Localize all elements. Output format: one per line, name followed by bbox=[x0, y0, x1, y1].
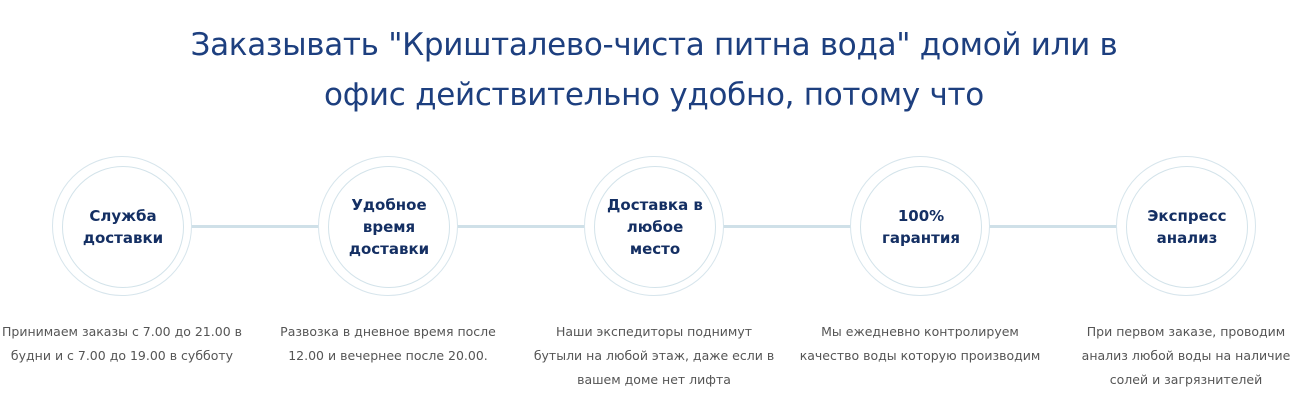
feature-description: Мы ежедневно контролируем качество воды … bbox=[799, 324, 1041, 363]
feature-description: Развозка в дневное время после 12.00 и в… bbox=[280, 324, 496, 363]
feature-delivery-service: Служба доставки Принимаем заказы с 7.00 … bbox=[0, 156, 252, 368]
feature-circle: Доставка в любое место bbox=[584, 156, 724, 296]
feature-inner-circle: 100% гарантия bbox=[860, 166, 982, 288]
feature-circle: Удобное время доставки bbox=[318, 156, 458, 296]
feature-inner-circle: Доставка в любое место bbox=[594, 166, 716, 288]
title-line-1: Заказывать "Кришталево-чиста питна вода"… bbox=[190, 27, 1118, 63]
feature-circle: 100% гарантия bbox=[850, 156, 990, 296]
feature-description: Наши экспедиторы поднимут бутыли на любо… bbox=[533, 324, 775, 387]
feature-delivery-anywhere: Доставка в любое место Наши экспедиторы … bbox=[524, 156, 784, 392]
page-title: Заказывать "Кришталево-чиста питна вода"… bbox=[0, 20, 1308, 120]
feature-title: Удобное время доставки bbox=[348, 196, 430, 258]
feature-description: При первом заказе, проводим анализ любой… bbox=[1081, 324, 1291, 387]
feature-circle: Экспресс анализ bbox=[1116, 156, 1256, 296]
feature-inner-circle: Экспресс анализ bbox=[1126, 166, 1248, 288]
feature-inner-circle: Удобное время доставки bbox=[328, 166, 450, 288]
feature-title: Служба доставки bbox=[82, 207, 164, 247]
feature-delivery-time: Удобное время доставки Развозка в дневно… bbox=[258, 156, 518, 368]
feature-guarantee: 100% гарантия Мы ежедневно контролируем … bbox=[790, 156, 1050, 368]
feature-title: Экспресс анализ bbox=[1147, 207, 1227, 247]
feature-title: 100% гарантия bbox=[881, 207, 961, 247]
feature-description: Принимаем заказы с 7.00 до 21.00 в будни… bbox=[2, 324, 242, 363]
feature-circle: Служба доставки bbox=[52, 156, 192, 296]
feature-title: Доставка в любое место bbox=[607, 196, 703, 258]
title-line-2: офис действительно удобно, потому что bbox=[324, 77, 984, 113]
feature-express-analysis: Экспресс анализ При первом заказе, прово… bbox=[1056, 156, 1308, 392]
feature-inner-circle: Служба доставки bbox=[62, 166, 184, 288]
